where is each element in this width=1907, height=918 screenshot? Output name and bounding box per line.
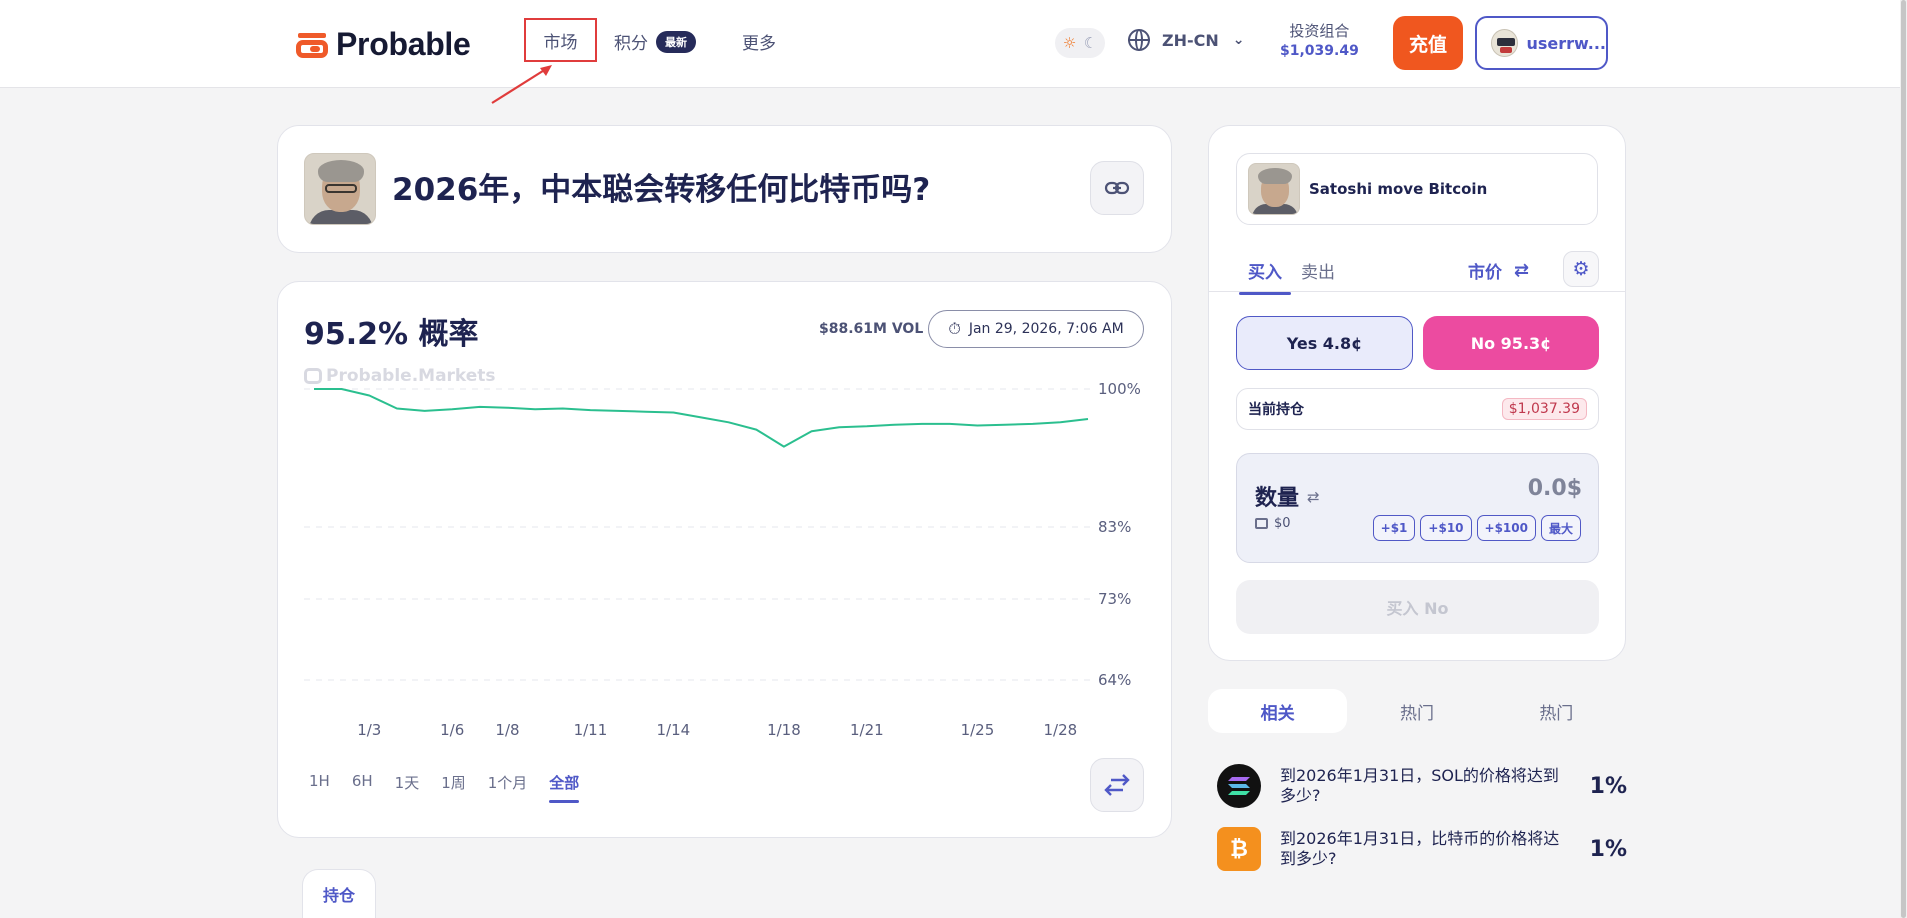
y-tick-label: 73%	[1098, 590, 1131, 608]
nav-market[interactable]: 市场	[524, 18, 597, 62]
swap-arrows-icon	[1104, 774, 1130, 796]
related-market-pct: 1%	[1589, 773, 1627, 799]
market-image	[304, 153, 376, 225]
range-tab[interactable]: 1个月	[488, 772, 528, 793]
logo-icon	[296, 31, 328, 59]
annotation-arrow-icon	[491, 65, 552, 104]
tab-buy[interactable]: 买入	[1239, 258, 1291, 295]
deposit-button[interactable]: 充值	[1393, 16, 1463, 70]
top-header: Probable 市场 积分 最新 更多 ☼ ☾ ZH-CN ⌄ 投资组合 $1…	[0, 0, 1907, 104]
current-position: 当前持仓 $1,037.39	[1236, 388, 1599, 430]
related-tab[interactable]: 相关	[1208, 689, 1348, 733]
related-tab[interactable]: 热门	[1347, 689, 1486, 733]
tab-holdings[interactable]: 持仓	[302, 869, 376, 918]
page-scrollbar[interactable]	[1900, 0, 1907, 918]
range-tabs: 1H 6H 1天 1周 1个月 全部	[309, 772, 601, 803]
chart-card: 95.2% 概率 $88.61M VOL ⏱ Jan 29, 2026, 7:0…	[277, 281, 1172, 838]
portfolio-value: $1,039.49	[1280, 43, 1359, 59]
avatar	[1491, 29, 1519, 57]
position-label: 当前持仓	[1248, 402, 1304, 418]
logo[interactable]: Probable	[296, 26, 471, 63]
gear-icon: ⚙	[1572, 258, 1590, 280]
quick-amount-buttons: +$1 +$10 +$100 最大	[1372, 515, 1581, 541]
y-tick-label: 100%	[1098, 380, 1141, 398]
y-tick-label: 83%	[1098, 518, 1131, 536]
nav-points[interactable]: 积分 最新	[614, 29, 696, 54]
chevron-down-icon: ⌄	[1232, 32, 1245, 48]
globe-icon	[1128, 29, 1150, 51]
related-market-title: 到2026年1月31日，SOL的价格将达到多少?	[1280, 766, 1559, 805]
scrollbar-thumb[interactable]	[1901, 0, 1906, 918]
x-tick-label: 1/28	[1044, 721, 1078, 739]
quick-amount-button[interactable]: +$10	[1420, 515, 1472, 541]
link-icon	[1104, 181, 1130, 195]
portfolio-summary[interactable]: 投资组合 $1,039.49	[1280, 20, 1359, 59]
related-tab[interactable]: 热门	[1487, 689, 1626, 733]
language-label: ZH-CN	[1162, 30, 1219, 50]
range-tab[interactable]: 全部	[549, 772, 580, 803]
nav-more[interactable]: 更多	[742, 29, 776, 54]
order-type-label: 市价	[1468, 263, 1502, 283]
amount-label: 数量	[1255, 486, 1300, 511]
range-tab[interactable]: 1H	[309, 772, 330, 793]
x-tick-label: 1/21	[850, 721, 884, 739]
market-title: 2026年，中本聪会转移任何比特币吗?	[392, 172, 931, 208]
range-tab[interactable]: 6H	[352, 772, 373, 793]
swap-icon[interactable]: ⇄	[1307, 488, 1320, 506]
related-market-title: 到2026年1月31日，比特币的价格将达到多少?	[1280, 829, 1560, 868]
settings-button[interactable]: ⚙	[1563, 251, 1599, 287]
balance-value: $0	[1274, 516, 1291, 531]
no-outcome-button[interactable]: No 95.3¢	[1423, 316, 1599, 370]
quick-amount-button[interactable]: +$100	[1476, 515, 1536, 541]
tab-sell[interactable]: 卖出	[1301, 258, 1335, 283]
order-type-toggle[interactable]: 市价 ⇄	[1468, 258, 1529, 283]
new-badge: 最新	[656, 30, 696, 53]
wallet-balance: $0	[1255, 516, 1291, 531]
related-market-item[interactable]: 到2026年1月31日，SOL的价格将达到多少? 1%	[1217, 761, 1627, 811]
probability-line	[314, 388, 1089, 448]
x-tick-label: 1/8	[495, 721, 519, 739]
username: userrw...	[1526, 33, 1606, 53]
probability-chart[interactable]: 100% 83% 73% 64% 1/3 1/6 1/8 1/11 1/14 1/18 1/21 1/…	[278, 282, 1173, 752]
related-market-item[interactable]: ₿ 到2026年1月31日，比特币的价格将达到多少? 1%	[1217, 824, 1627, 874]
market-thumbnail	[1248, 163, 1300, 215]
x-tick-label: 1/3	[357, 721, 381, 739]
swap-icon: ⇄	[1514, 260, 1530, 281]
x-tick-label: 1/25	[961, 721, 995, 739]
related-tabs: 相关 热门 热门	[1208, 689, 1626, 733]
quick-amount-button[interactable]: +$1	[1372, 515, 1416, 541]
amount-field[interactable]: 0.0$	[1528, 476, 1582, 501]
portfolio-label: 投资组合	[1289, 22, 1350, 40]
x-tick-label: 1/6	[440, 721, 464, 739]
swap-chart-button[interactable]	[1090, 758, 1144, 812]
yes-outcome-button[interactable]: Yes 4.8¢	[1236, 316, 1413, 370]
x-tick-label: 1/14	[657, 721, 691, 739]
x-tick-label: 1/18	[767, 721, 801, 739]
logo-text: Probable	[336, 26, 471, 62]
market-title-card: 2026年，中本聪会转移任何比特币吗?	[277, 125, 1172, 253]
trade-panel: Satoshi move Bitcoin 买入 卖出 市价 ⇄ ⚙ Yes 4.…	[1208, 125, 1626, 661]
user-menu-button[interactable]: userrw...	[1475, 16, 1608, 70]
nav-points-label: 积分	[614, 34, 648, 54]
wallet-icon	[1255, 518, 1268, 529]
moon-icon: ☾	[1083, 33, 1098, 52]
quick-amount-button[interactable]: 最大	[1540, 515, 1581, 541]
range-tab[interactable]: 1周	[441, 772, 466, 793]
position-value: $1,037.39	[1501, 398, 1587, 420]
bitcoin-icon: ₿	[1217, 827, 1261, 871]
sun-icon: ☼	[1062, 33, 1077, 52]
trade-market-name: Satoshi move Bitcoin	[1309, 180, 1488, 198]
related-market-pct: 1%	[1589, 836, 1627, 862]
buy-submit-button[interactable]: 买入 No	[1236, 580, 1599, 634]
language-selector[interactable]: ZH-CN ⌄	[1128, 29, 1245, 51]
theme-toggle[interactable]: ☼ ☾	[1055, 28, 1105, 58]
amount-input-box[interactable]: 数量 ⇄ $0 0.0$ +$1 +$10 +$100 最大	[1236, 453, 1599, 563]
x-tick-label: 1/11	[574, 721, 608, 739]
y-tick-label: 64%	[1098, 671, 1131, 689]
range-tab[interactable]: 1天	[395, 772, 420, 793]
solana-icon	[1217, 764, 1261, 808]
copy-link-button[interactable]	[1090, 161, 1144, 215]
trade-market-chip: Satoshi move Bitcoin	[1236, 153, 1598, 225]
